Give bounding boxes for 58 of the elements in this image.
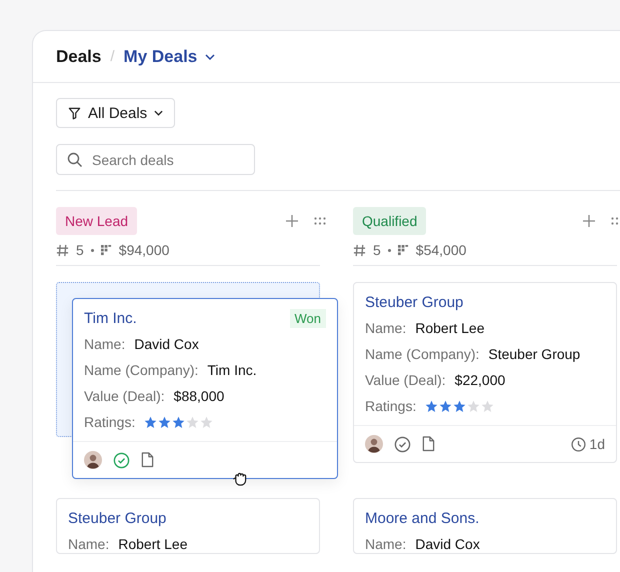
filter-icon [68, 106, 81, 120]
field-value: Robert Lee [415, 320, 485, 336]
field-label: Name: [365, 320, 406, 336]
breadcrumb-root[interactable]: Deals [56, 46, 102, 66]
grab-cursor-icon [232, 470, 249, 487]
deal-title[interactable]: Steuber Group [365, 294, 464, 310]
deal-count: 5 [373, 242, 381, 258]
document-icon[interactable] [141, 452, 154, 468]
view-dropdown[interactable]: My Deals [124, 46, 216, 66]
deal-count: 5 [76, 242, 84, 258]
field-value: Robert Lee [118, 536, 188, 552]
grip-icon[interactable] [314, 216, 326, 224]
field-label: Ratings: [365, 398, 416, 414]
grip-icon[interactable] [611, 216, 620, 224]
stage-tag: Qualified [353, 206, 426, 234]
field-label: Value (Deal): [84, 388, 165, 404]
field-label: Name: [84, 336, 126, 352]
deal-amount: $54,000 [416, 242, 466, 258]
chevron-down-icon [154, 110, 164, 116]
avatar-icon[interactable] [365, 435, 383, 453]
search-field[interactable]: Search deals [56, 144, 255, 175]
hash-icon [56, 244, 69, 256]
plus-icon[interactable] [583, 214, 595, 226]
deal-card[interactable]: Moore and Sons. Name: David Cox [353, 498, 617, 554]
filter-dropdown[interactable]: All Deals [56, 98, 176, 128]
status-badge: Won [290, 308, 326, 328]
deal-title[interactable]: Tim Inc. [84, 310, 137, 326]
clock-icon [571, 436, 586, 452]
stage-tag: New Lead [56, 206, 138, 234]
field-label: Value (Deal): [365, 372, 446, 388]
deal-card[interactable]: Steuber Group Name: Robert Lee Name (Company): Steuber Group Value (Deal): $22,000 Ratings: 1d [353, 282, 617, 463]
plus-icon[interactable] [286, 214, 298, 226]
field-value: David Cox [415, 536, 480, 552]
field-label: Name: [365, 536, 406, 552]
avatar-icon[interactable] [84, 451, 102, 469]
field-value: Tim Inc. [207, 362, 257, 378]
field-value: $22,000 [454, 372, 506, 388]
deal-card[interactable]: Tim Inc. Won Name: David Cox Name (Company): Tim Inc. Value (Deal): $88,000 Ratings: [72, 298, 338, 479]
deal-title[interactable]: Steuber Group [68, 510, 166, 526]
field-label: Name (Company): [365, 346, 480, 362]
hash-icon [353, 244, 366, 256]
field-value: $88,000 [174, 388, 224, 404]
time-label: 1d [589, 436, 605, 452]
field-value: Steuber Group [488, 346, 580, 362]
field-label: Ratings: [84, 414, 136, 430]
check-circle-icon[interactable] [394, 436, 411, 452]
breadcrumb-separator: / [110, 48, 115, 65]
amount-icon [398, 244, 409, 256]
deal-card[interactable]: Steuber Group Name: Robert Lee [56, 498, 320, 554]
document-icon[interactable] [422, 436, 435, 452]
amount-icon [100, 244, 112, 256]
check-circle-icon[interactable] [113, 452, 130, 468]
field-value: David Cox [134, 336, 199, 352]
field-label: Name (Company): [84, 362, 198, 378]
deal-title[interactable]: Moore and Sons. [365, 510, 480, 526]
field-label: Name: [68, 536, 110, 552]
chevron-down-icon [205, 54, 216, 60]
deal-amount: $94,000 [118, 242, 170, 258]
